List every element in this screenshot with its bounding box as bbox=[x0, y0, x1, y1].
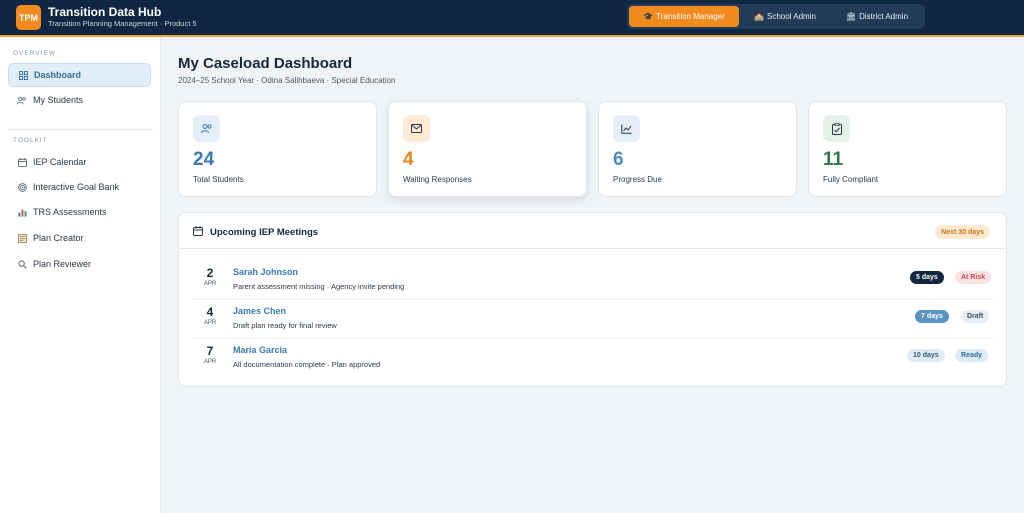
status-badge: Draft bbox=[961, 310, 990, 323]
stat-card-total-students[interactable]: 24 Total Students bbox=[178, 101, 377, 197]
grid-icon bbox=[17, 70, 29, 80]
meetings-divider bbox=[179, 248, 1006, 249]
sidebar-divider bbox=[8, 129, 153, 130]
sidebar-item-trs-assessments[interactable]: TRS Assessments bbox=[8, 200, 151, 224]
meetings-title: Upcoming IEP Meetings bbox=[210, 227, 319, 238]
stat-value: 11 bbox=[823, 149, 844, 170]
mail-icon bbox=[403, 115, 430, 142]
sidebar-item-my-students[interactable]: My Students bbox=[8, 88, 151, 112]
meetings-range-badge[interactable]: Next 30 days bbox=[935, 225, 990, 239]
days-until-badge: 5 days bbox=[910, 271, 944, 284]
sidebar-item-label: Interactive Goal Bank bbox=[33, 182, 120, 192]
sidebar-item-label: Dashboard bbox=[34, 70, 82, 80]
stat-label: Waiting Responses bbox=[403, 175, 472, 184]
school-icon: 🏫 bbox=[754, 12, 765, 21]
meeting-day: 4 bbox=[206, 305, 214, 319]
meeting-row[interactable]: 7 APR Maria Garcia All documentation com… bbox=[193, 338, 993, 377]
meeting-month: APR bbox=[203, 281, 217, 287]
sidebar-item-plan-creator[interactable]: Plan Creator bbox=[8, 226, 151, 250]
sidebar-item-goal-bank[interactable]: Interactive Goal Bank bbox=[8, 175, 151, 199]
meeting-row[interactable]: 4 APR James Chen Draft plan ready for fi… bbox=[193, 299, 993, 338]
app-logo[interactable]: TPM bbox=[16, 5, 41, 30]
sidebar-item-label: My Students bbox=[33, 95, 84, 105]
stat-card-progress-due[interactable]: 6 Progress Due bbox=[598, 101, 797, 197]
meeting-row[interactable]: 2 APR Sarah Johnson Parent assessment mi… bbox=[193, 260, 993, 299]
stat-value: 6 bbox=[613, 149, 624, 170]
graduation-cap-icon: 🎓 bbox=[643, 12, 654, 21]
bank-icon: 🏛 bbox=[845, 12, 857, 21]
users-icon bbox=[16, 96, 28, 105]
calendar-icon bbox=[193, 226, 203, 239]
sidebar-section-toolkit: TOOLKIT bbox=[13, 137, 48, 144]
meeting-month: APR bbox=[203, 359, 217, 365]
sidebar-item-label: Plan Creator bbox=[33, 233, 84, 243]
users-icon bbox=[193, 115, 220, 142]
role-label: District Admin bbox=[859, 12, 909, 21]
role-transition-manager-button[interactable]: 🎓 Transition Manager bbox=[629, 6, 739, 27]
stat-label: Progress Due bbox=[613, 175, 662, 184]
role-label: Transition Manager bbox=[656, 12, 725, 21]
stat-value: 4 bbox=[403, 149, 414, 170]
top-bar: TPM Transition Data Hub Transition Plann… bbox=[0, 0, 1024, 37]
meeting-note: Parent assessment missing · Agency invit… bbox=[233, 282, 405, 291]
status-badge: At Risk bbox=[955, 271, 992, 284]
target-icon bbox=[16, 182, 28, 192]
meeting-note: Draft plan ready for final review bbox=[233, 321, 337, 330]
document-icon bbox=[16, 233, 28, 243]
meeting-day: 7 bbox=[206, 344, 214, 358]
meeting-month: APR bbox=[203, 320, 217, 326]
bar-chart-icon bbox=[16, 208, 28, 217]
app-subtitle: Transition Planning Management · Product… bbox=[48, 19, 197, 28]
days-until-badge: 7 days bbox=[915, 310, 949, 323]
role-switcher: 🎓 Transition Manager 🏫 School Admin 🏛 Di… bbox=[627, 4, 925, 29]
status-badge: Ready bbox=[955, 349, 989, 362]
meeting-day: 2 bbox=[206, 266, 214, 280]
sidebar-item-plan-reviewer[interactable]: Plan Reviewer bbox=[8, 252, 151, 276]
upcoming-meetings-panel: Upcoming IEP Meetings Next 30 days 2 APR… bbox=[178, 212, 1007, 387]
page-subtitle: 2024–25 School Year · Odina Salihbaeva ·… bbox=[178, 76, 396, 85]
meeting-note: All documentation complete · Plan approv… bbox=[233, 360, 381, 369]
clipboard-check-icon bbox=[823, 115, 850, 142]
line-chart-icon bbox=[613, 115, 640, 142]
stat-card-fully-compliant[interactable]: 11 Fully Compliant bbox=[808, 101, 1007, 197]
sidebar: OVERVIEW Dashboard My Students TOOLKIT I… bbox=[0, 37, 161, 513]
sidebar-item-iep-calendar[interactable]: IEP Calendar bbox=[8, 150, 151, 174]
student-name-link[interactable]: James Chen bbox=[233, 306, 286, 316]
app-title: Transition Data Hub bbox=[48, 5, 162, 19]
role-school-admin-button[interactable]: 🏫 School Admin bbox=[743, 6, 827, 27]
stat-label: Total Students bbox=[193, 175, 244, 184]
sidebar-section-overview: OVERVIEW bbox=[13, 50, 56, 57]
role-district-admin-button[interactable]: 🏛 District Admin bbox=[833, 6, 921, 27]
page-title: My Caseload Dashboard bbox=[178, 55, 353, 72]
sidebar-item-label: IEP Calendar bbox=[33, 157, 87, 167]
stat-value: 24 bbox=[193, 149, 215, 170]
role-label: School Admin bbox=[767, 12, 816, 21]
days-until-badge: 10 days bbox=[907, 349, 945, 362]
student-name-link[interactable]: Sarah Johnson bbox=[233, 267, 298, 277]
stat-label: Fully Compliant bbox=[823, 175, 879, 184]
sidebar-item-dashboard[interactable]: Dashboard bbox=[8, 63, 151, 87]
search-icon bbox=[16, 259, 28, 269]
stat-card-waiting-responses[interactable]: 4 Waiting Responses bbox=[388, 101, 587, 197]
calendar-icon bbox=[16, 157, 28, 167]
sidebar-item-label: Plan Reviewer bbox=[33, 259, 92, 269]
sidebar-item-label: TRS Assessments bbox=[33, 207, 107, 217]
student-name-link[interactable]: Maria Garcia bbox=[233, 345, 287, 355]
